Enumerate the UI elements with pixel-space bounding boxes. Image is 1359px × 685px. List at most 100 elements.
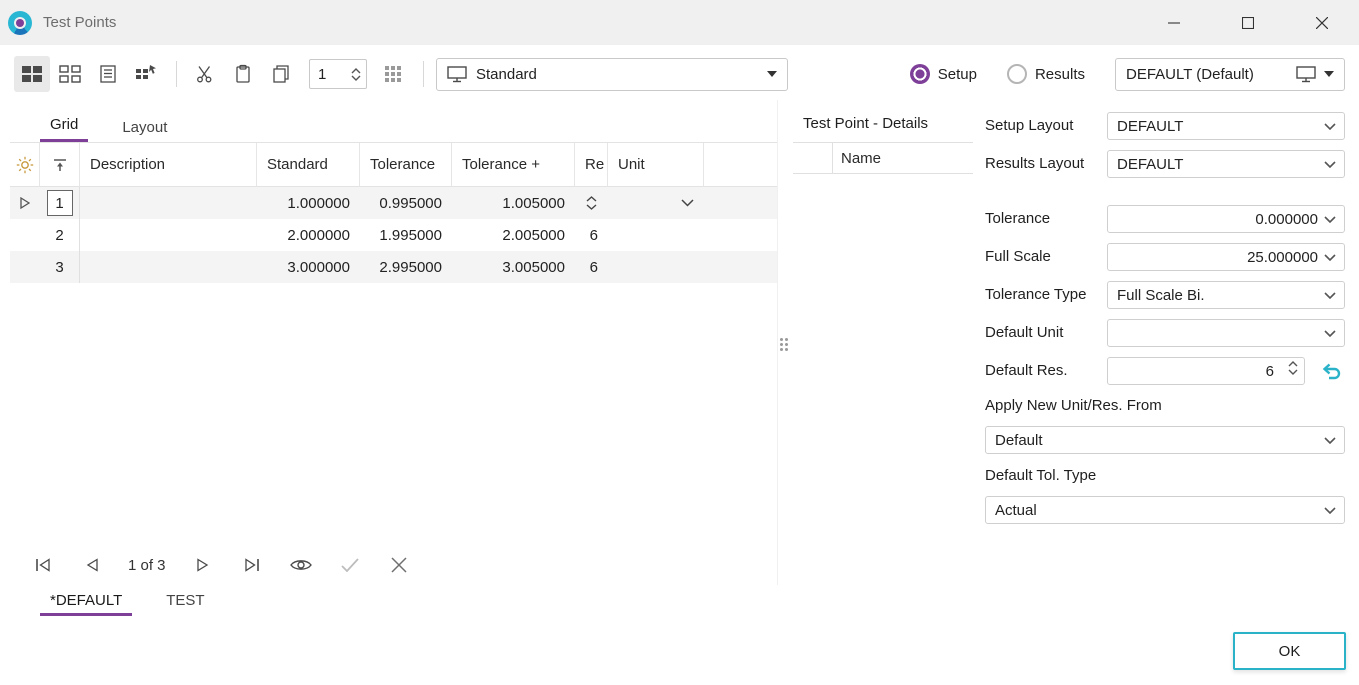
maximize-icon bbox=[1242, 17, 1254, 29]
tolerance-type-dropdown[interactable]: Full Scale Bi. bbox=[1107, 281, 1345, 309]
small-grid-button[interactable] bbox=[375, 56, 411, 92]
column-header-description[interactable]: Description bbox=[80, 143, 257, 186]
spinner-down-icon bbox=[351, 75, 361, 81]
previous-record-button[interactable] bbox=[77, 550, 107, 580]
unit-dropdown-chevron-icon[interactable] bbox=[681, 199, 694, 207]
setup-layout-dropdown[interactable]: DEFAULT bbox=[1107, 112, 1345, 140]
setup-radio-item[interactable]: Setup bbox=[910, 64, 977, 84]
x-icon bbox=[391, 557, 407, 573]
view-record-button[interactable] bbox=[286, 550, 316, 580]
cell-unit[interactable] bbox=[608, 251, 704, 283]
setup-radio[interactable] bbox=[910, 64, 930, 84]
full-scale-dropdown[interactable]: 25.000000 bbox=[1107, 243, 1345, 271]
panel-splitter[interactable] bbox=[778, 334, 790, 354]
undo-icon bbox=[1321, 362, 1343, 380]
table-row[interactable]: 2 2.000000 1.995000 2.005000 6 bbox=[10, 219, 777, 251]
tolerance-label: Tolerance bbox=[985, 205, 1050, 233]
cell-description[interactable] bbox=[80, 251, 257, 283]
cell-res[interactable]: 6 bbox=[575, 219, 608, 251]
layout-standard-dropdown[interactable]: Standard bbox=[436, 58, 788, 91]
column-header-unit[interactable]: Unit bbox=[608, 143, 704, 186]
maximize-button[interactable] bbox=[1211, 0, 1285, 45]
details-name-header[interactable]: Name bbox=[833, 143, 973, 173]
table-row[interactable]: 3 3.000000 2.995000 3.005000 6 bbox=[10, 251, 777, 283]
apply-new-unit-dropdown[interactable]: Default bbox=[985, 426, 1345, 454]
cut-button[interactable] bbox=[187, 56, 223, 92]
results-radio[interactable] bbox=[1007, 64, 1027, 84]
cancel-edit-button[interactable] bbox=[384, 550, 414, 580]
results-radio-item[interactable]: Results bbox=[1007, 64, 1085, 84]
tolerance-type-label: Tolerance Type bbox=[985, 281, 1086, 309]
details-selector-column bbox=[793, 143, 833, 173]
spinner-arrows[interactable] bbox=[348, 68, 366, 81]
next-record-icon bbox=[195, 557, 211, 573]
grid-quad-view-button[interactable] bbox=[52, 56, 88, 92]
mode-group: Setup Results DEFAULT (Default) bbox=[910, 58, 1345, 91]
row-number[interactable]: 2 bbox=[55, 227, 63, 244]
close-button[interactable] bbox=[1285, 0, 1359, 45]
test-points-dialog: Test Points bbox=[0, 0, 1359, 685]
cell-unit[interactable] bbox=[608, 219, 704, 251]
tolerance-dropdown[interactable]: 0.000000 bbox=[1107, 205, 1345, 233]
cell-tolerance-plus[interactable]: 3.005000 bbox=[452, 251, 575, 283]
setup-layout-value: DEFAULT bbox=[1117, 118, 1183, 135]
paste-button[interactable] bbox=[225, 56, 261, 92]
ok-button[interactable]: OK bbox=[1233, 632, 1346, 670]
window-title: Test Points bbox=[43, 14, 116, 31]
cell-standard[interactable]: 1.000000 bbox=[257, 187, 360, 219]
cell-description[interactable] bbox=[80, 187, 257, 219]
layout-profile-dropdown[interactable]: DEFAULT (Default) bbox=[1115, 58, 1345, 91]
column-header-tolerance-minus[interactable]: Tolerance bbox=[360, 143, 452, 186]
first-record-button[interactable] bbox=[28, 550, 58, 580]
cell-standard[interactable]: 3.000000 bbox=[257, 251, 360, 283]
undo-res-button[interactable] bbox=[1320, 360, 1344, 382]
tab-layout[interactable]: Layout bbox=[112, 111, 177, 142]
check-icon bbox=[341, 558, 359, 572]
row-number-cell[interactable]: 3 bbox=[40, 251, 80, 283]
sheet-tab-default[interactable]: *DEFAULT bbox=[40, 586, 132, 616]
default-res-spinner[interactable]: 6 bbox=[1107, 357, 1305, 385]
chevron-down-icon bbox=[1324, 216, 1336, 223]
row-number-cell[interactable]: 2 bbox=[40, 219, 80, 251]
column-header-standard[interactable]: Standard bbox=[257, 143, 360, 186]
tab-grid[interactable]: Grid bbox=[40, 108, 88, 142]
row-count-spinner[interactable]: 1 bbox=[309, 59, 367, 89]
monitor-icon bbox=[1296, 66, 1316, 83]
record-position: 1 of 3 bbox=[128, 557, 166, 574]
minimize-button[interactable] bbox=[1137, 0, 1211, 45]
next-record-button[interactable] bbox=[188, 550, 218, 580]
cell-unit[interactable] bbox=[608, 187, 704, 219]
default-tol-type-dropdown[interactable]: Actual bbox=[985, 496, 1345, 524]
cell-tolerance-minus[interactable]: 1.995000 bbox=[360, 219, 452, 251]
cell-description[interactable] bbox=[80, 219, 257, 251]
cell-tolerance-minus[interactable]: 0.995000 bbox=[360, 187, 452, 219]
last-record-button[interactable] bbox=[237, 550, 267, 580]
sheet-tab-test[interactable]: TEST bbox=[156, 586, 214, 613]
dropdown-arrow-icon bbox=[1324, 71, 1334, 77]
grid-view-button[interactable] bbox=[14, 56, 50, 92]
row-number-cell[interactable]: 1 bbox=[40, 187, 80, 219]
row-count-value[interactable]: 1 bbox=[310, 66, 348, 83]
cell-tolerance-plus[interactable]: 2.005000 bbox=[452, 219, 575, 251]
form-view-button[interactable] bbox=[90, 56, 126, 92]
column-header-rownum[interactable] bbox=[40, 143, 80, 186]
grid-select-button[interactable] bbox=[128, 56, 164, 92]
cell-tolerance-minus[interactable]: 2.995000 bbox=[360, 251, 452, 283]
cell-standard[interactable]: 2.000000 bbox=[257, 219, 360, 251]
cell-res[interactable]: 6 bbox=[575, 251, 608, 283]
post-edit-button[interactable] bbox=[335, 550, 365, 580]
previous-record-icon bbox=[84, 557, 100, 573]
res-spinner-arrows[interactable] bbox=[1288, 361, 1298, 375]
default-unit-dropdown[interactable] bbox=[1107, 319, 1345, 347]
row-number[interactable]: 1 bbox=[47, 190, 73, 216]
table-row[interactable]: 1 1.000000 0.995000 1.005000 bbox=[10, 187, 777, 219]
row-number[interactable]: 3 bbox=[55, 259, 63, 276]
cell-res[interactable] bbox=[575, 187, 608, 219]
cell-tolerance-plus[interactable]: 1.005000 bbox=[452, 187, 575, 219]
column-header-res[interactable]: Re bbox=[575, 143, 608, 186]
results-layout-dropdown[interactable]: DEFAULT bbox=[1107, 150, 1345, 178]
copy-button[interactable] bbox=[263, 56, 299, 92]
res-spinner[interactable] bbox=[586, 196, 597, 210]
dropdown-arrow-icon bbox=[767, 71, 777, 77]
column-header-tolerance-plus[interactable]: Tolerance + bbox=[452, 143, 575, 186]
